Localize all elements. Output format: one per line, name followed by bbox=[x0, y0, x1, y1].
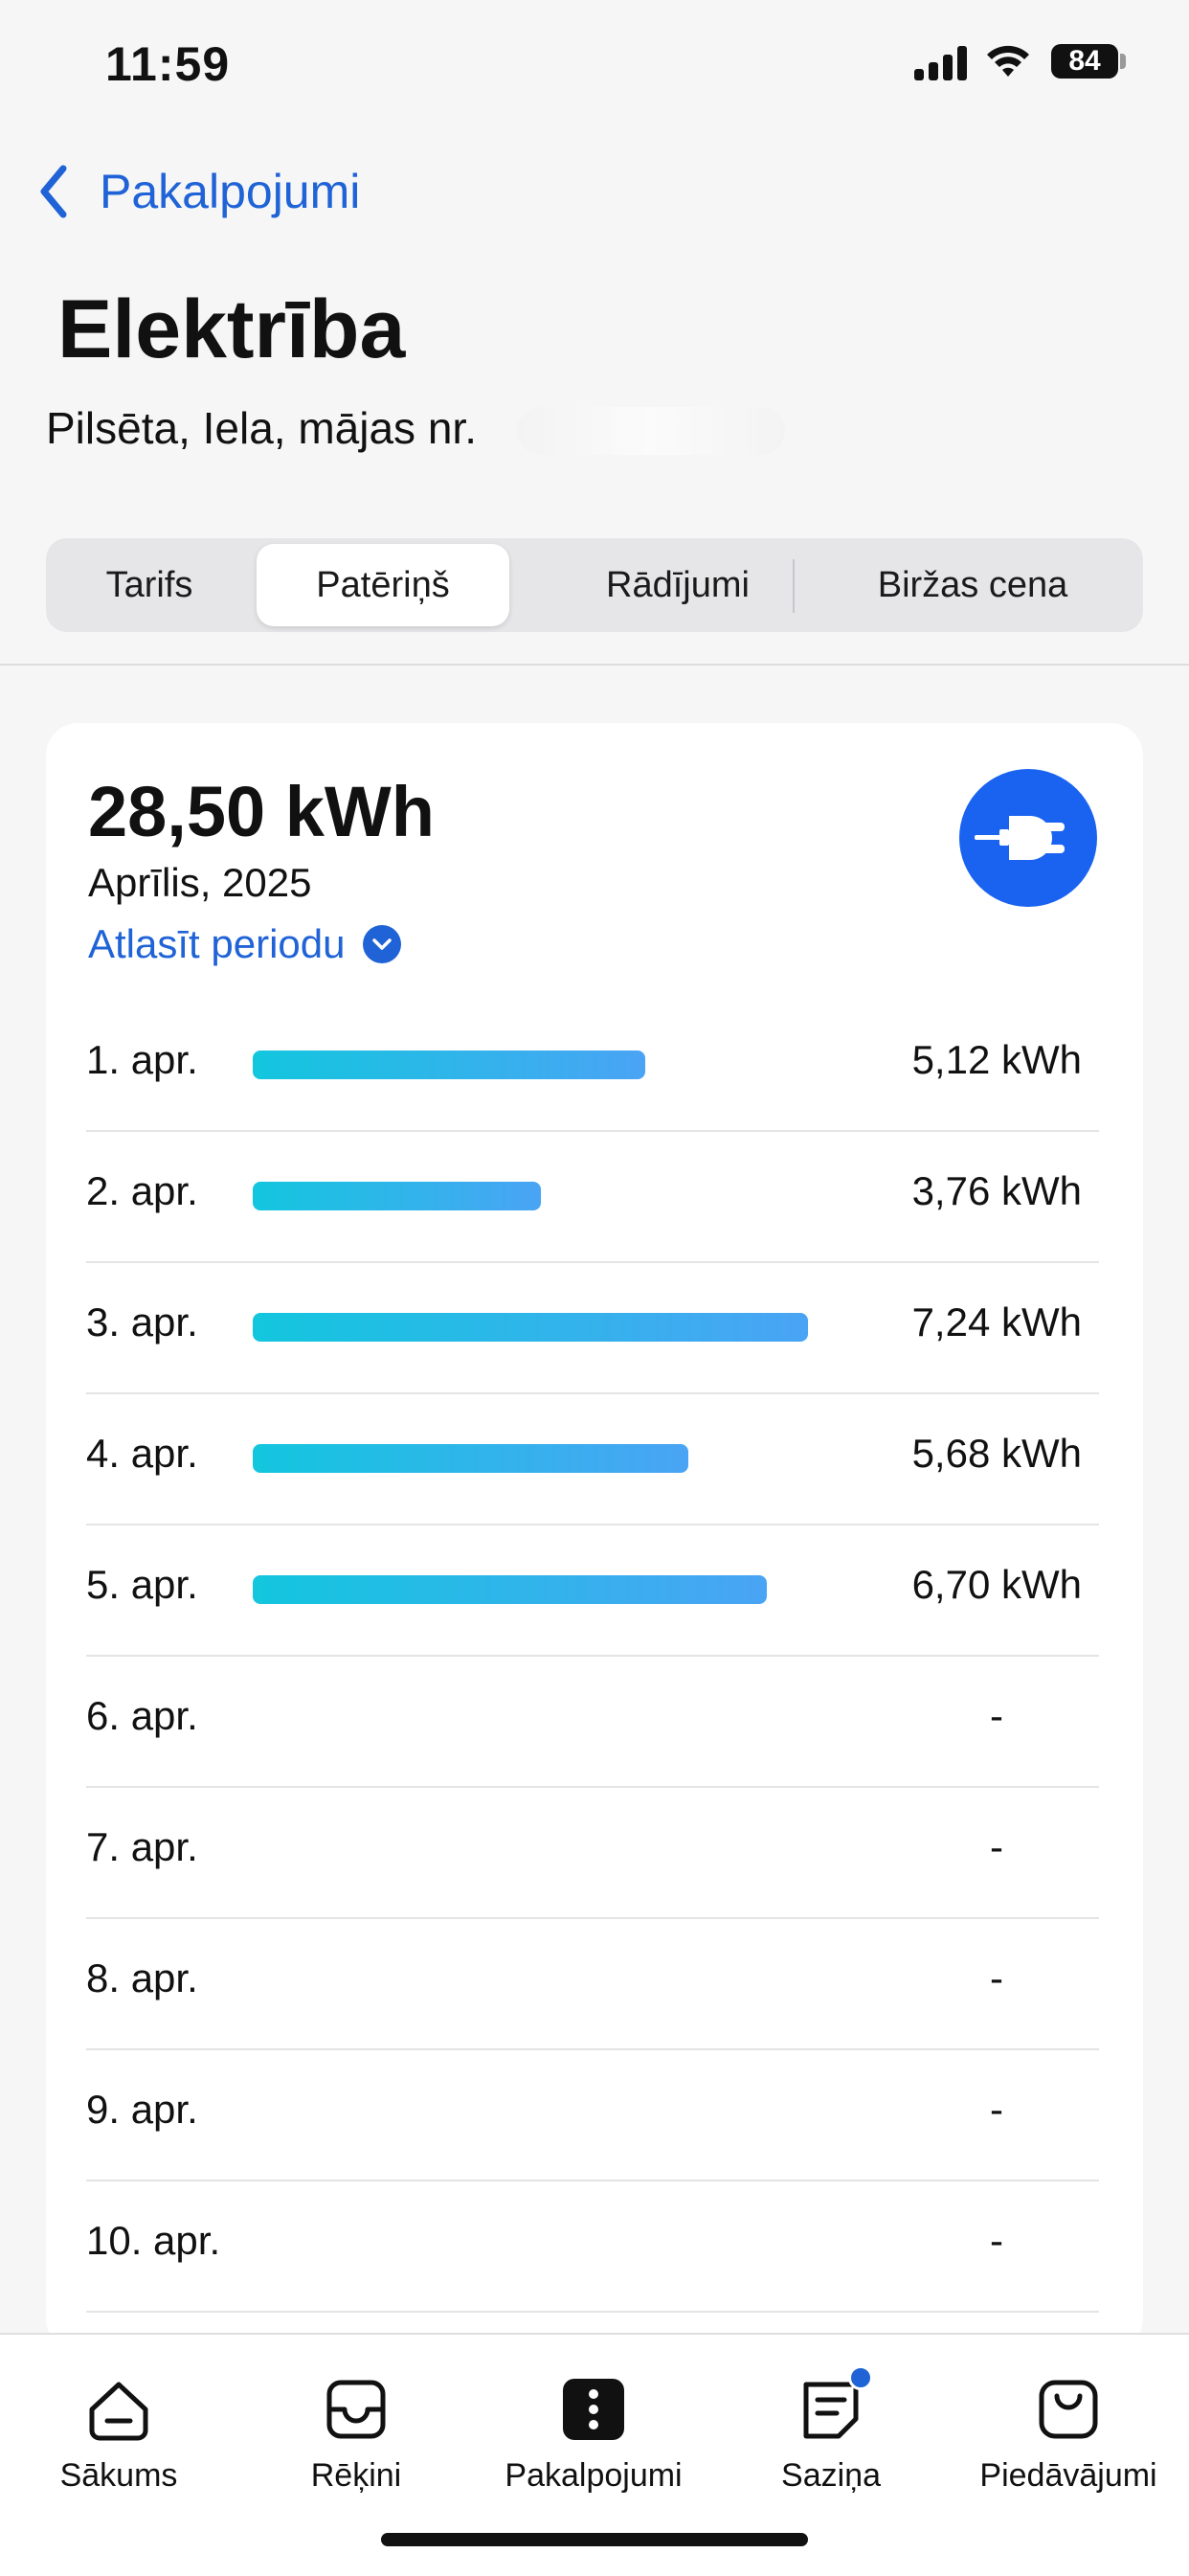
row-value: - bbox=[990, 1824, 1003, 1869]
back-button[interactable]: Pakalpojumi bbox=[34, 158, 360, 225]
redacted-address bbox=[517, 407, 785, 455]
bar-track bbox=[253, 1444, 808, 1473]
consumption-row: 2. apr. 3,76 kWh bbox=[86, 1132, 1099, 1263]
tab-messages[interactable]: Saziņa bbox=[726, 2365, 936, 2495]
row-date: 10. apr. bbox=[86, 2218, 221, 2263]
consumption-row: 6. apr. - bbox=[86, 1657, 1099, 1788]
consumption-bar bbox=[253, 1051, 645, 1079]
segmented-control: Tarifs Patēriņš Rādījumi Biržas cena bbox=[46, 538, 1143, 632]
tab-label-messages: Saziņa bbox=[781, 2457, 881, 2494]
battery-icon: 84 bbox=[1051, 44, 1118, 79]
segment-divider bbox=[793, 559, 795, 613]
tab-label-invoices: Rēķini bbox=[310, 2457, 402, 2494]
tab-label-services: Pakalpojumi bbox=[505, 2457, 683, 2494]
tab-label-offers: Piedāvājumi bbox=[979, 2457, 1157, 2494]
consumption-row: 3. apr. 7,24 kWh bbox=[86, 1263, 1099, 1394]
offers-icon bbox=[1039, 2380, 1098, 2439]
select-period-button[interactable]: Atlasīt periodu bbox=[88, 921, 401, 967]
status-bar: 11:59 84 bbox=[0, 0, 1189, 124]
consumption-row: 5. apr. 6,70 kWh bbox=[86, 1525, 1099, 1657]
consumption-row: 9. apr. - bbox=[86, 2050, 1099, 2181]
tab-services[interactable]: Pakalpojumi bbox=[488, 2373, 699, 2495]
wifi-icon bbox=[987, 45, 1029, 77]
row-value: 6,70 kWh bbox=[911, 1562, 1082, 1607]
consumption-bar bbox=[253, 1444, 688, 1473]
row-date: 7. apr. bbox=[86, 1824, 198, 1869]
tab-offers[interactable]: Piedāvājumi bbox=[963, 2373, 1174, 2495]
chevron-left-icon bbox=[40, 165, 67, 218]
total-consumption: 28,50 kWh bbox=[88, 772, 435, 851]
consumption-list: 1. apr. 5,12 kWh 2. apr. 3,76 kWh 3. apr. 7,2… bbox=[86, 1001, 1099, 2313]
row-value: - bbox=[990, 1693, 1003, 1738]
tab-birzas-cena[interactable]: Biržas cena bbox=[812, 544, 1133, 626]
row-value: 5,12 kWh bbox=[911, 1037, 1082, 1082]
services-icon bbox=[563, 2379, 624, 2440]
row-date: 9. apr. bbox=[86, 2087, 198, 2132]
row-date: 4. apr. bbox=[86, 1431, 198, 1476]
consumption-row: 4. apr. 5,68 kWh bbox=[86, 1394, 1099, 1525]
bar-track bbox=[253, 1575, 808, 1604]
bar-track bbox=[253, 1313, 808, 1342]
consumption-row: 10. apr. - bbox=[86, 2181, 1099, 2313]
consumption-bar bbox=[253, 1182, 541, 1210]
row-value: - bbox=[990, 2087, 1003, 2132]
row-date: 2. apr. bbox=[86, 1168, 198, 1213]
select-period-label: Atlasīt periodu bbox=[88, 921, 346, 966]
chevron-down-icon bbox=[362, 925, 401, 963]
notification-badge bbox=[848, 2365, 873, 2390]
consumption-card: 28,50 kWh Aprīlis, 2025 Atlasīt periodu … bbox=[46, 723, 1143, 2351]
consumption-row: 8. apr. - bbox=[86, 1919, 1099, 2050]
row-date: 8. apr. bbox=[86, 1955, 198, 2000]
consumption-bar bbox=[253, 1575, 767, 1604]
invoices-icon bbox=[326, 2380, 386, 2439]
messages-icon-wrap bbox=[795, 2365, 873, 2446]
consumption-bar bbox=[253, 1313, 808, 1342]
row-value: 7,24 kWh bbox=[911, 1299, 1082, 1344]
status-time: 11:59 bbox=[105, 37, 231, 91]
address: Pilsēta, Iela, mājas nr. bbox=[46, 403, 477, 453]
tab-invoices[interactable]: Rēķini bbox=[251, 2373, 461, 2495]
home-icon bbox=[89, 2382, 148, 2441]
home-indicator bbox=[381, 2533, 808, 2546]
row-date: 5. apr. bbox=[86, 1562, 198, 1607]
page-title: Elektrība bbox=[57, 283, 406, 375]
period-label: Aprīlis, 2025 bbox=[88, 860, 312, 905]
consumption-row: 1. apr. 5,12 kWh bbox=[86, 1001, 1099, 1132]
bar-track bbox=[253, 1182, 808, 1210]
row-value: - bbox=[990, 1955, 1003, 2000]
header-divider bbox=[0, 664, 1189, 666]
row-value: 3,76 kWh bbox=[911, 1168, 1082, 1213]
bar-track bbox=[253, 1051, 808, 1079]
tab-home[interactable]: Sākums bbox=[13, 2373, 224, 2495]
consumption-row: 7. apr. - bbox=[86, 1788, 1099, 1919]
row-date: 3. apr. bbox=[86, 1299, 198, 1344]
tab-paterins[interactable]: Patēriņš bbox=[257, 544, 509, 626]
signal-icon bbox=[914, 46, 970, 80]
row-date: 1. apr. bbox=[86, 1037, 198, 1082]
battery-level: 84 bbox=[1068, 45, 1101, 77]
row-value: - bbox=[990, 2218, 1003, 2263]
tab-label-home: Sākums bbox=[59, 2457, 178, 2494]
row-date: 6. apr. bbox=[86, 1693, 198, 1738]
tab-radijumi[interactable]: Rādījumi bbox=[525, 544, 831, 626]
plug-icon bbox=[959, 769, 1097, 907]
back-label: Pakalpojumi bbox=[100, 165, 361, 218]
row-value: 5,68 kWh bbox=[911, 1431, 1082, 1476]
tab-tarifs[interactable]: Tarifs bbox=[56, 544, 243, 626]
battery-tip bbox=[1120, 54, 1126, 69]
